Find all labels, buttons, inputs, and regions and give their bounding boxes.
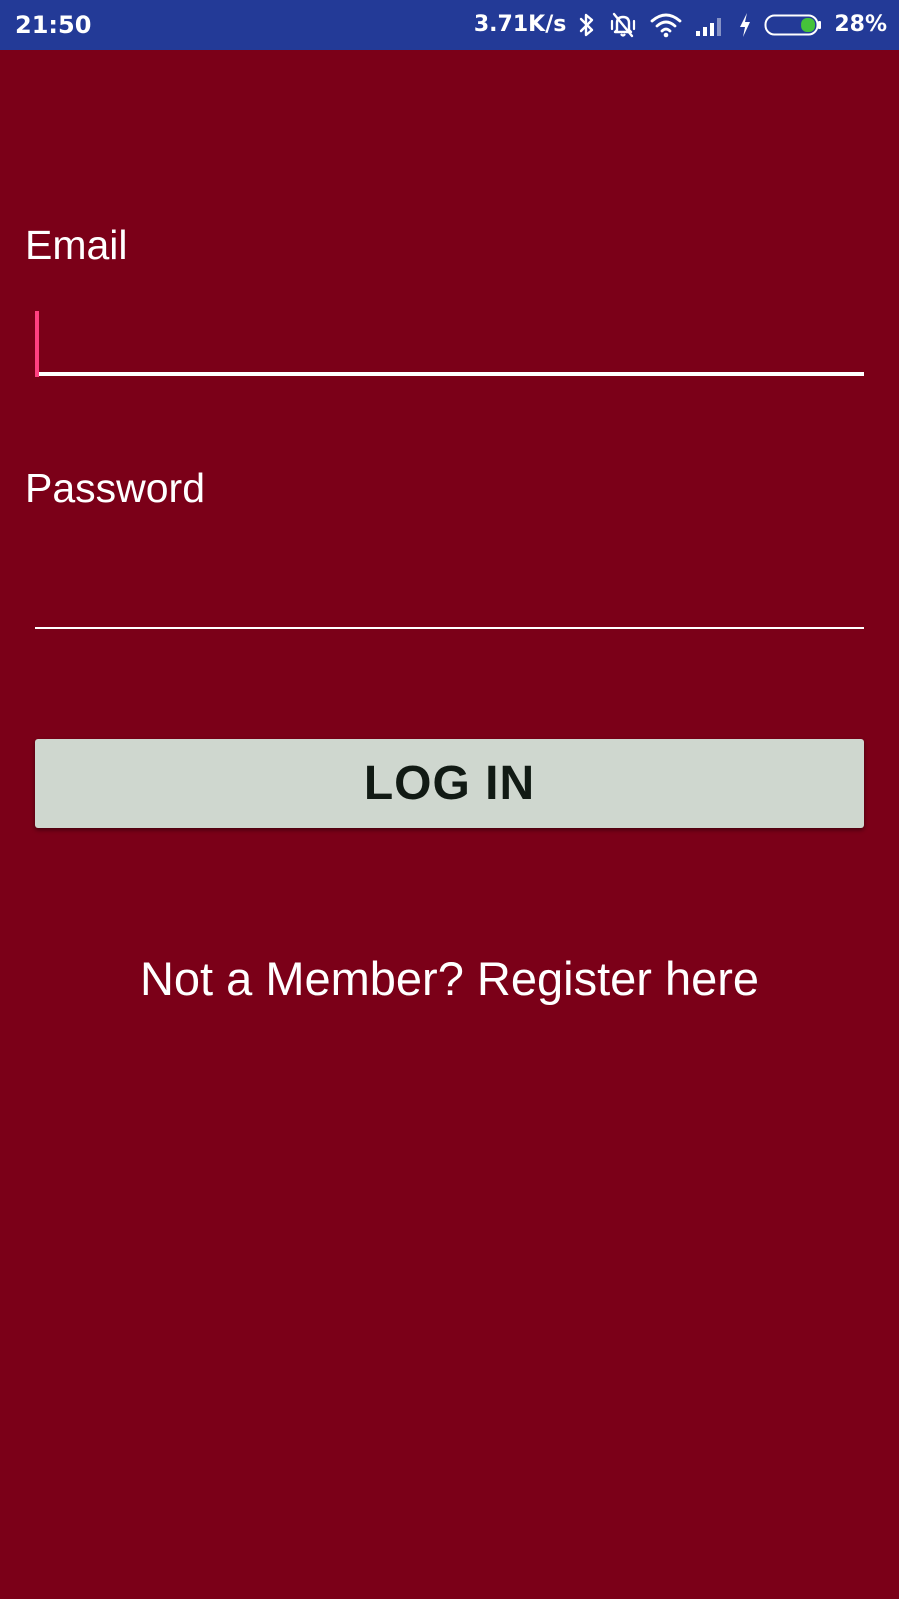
status-time: 21:50 (15, 11, 92, 39)
login-button[interactable]: LOG IN (35, 739, 864, 828)
register-link[interactable]: Not a Member? Register here (0, 949, 899, 1009)
battery-icon (764, 10, 822, 40)
email-label: Email (25, 222, 128, 268)
vibrate-icon (608, 10, 638, 40)
status-icons: 3.71K/s 28% (474, 10, 887, 40)
email-field[interactable] (35, 308, 864, 377)
charging-icon (738, 10, 752, 40)
bluetooth-icon (578, 10, 596, 40)
wifi-icon (650, 10, 682, 40)
battery-percentage: 28% (834, 12, 887, 37)
network-speed: 3.71K/s (473, 12, 567, 37)
status-bar: 21:50 3.71K/s 28% (0, 0, 899, 50)
text-cursor (35, 311, 39, 377)
password-field[interactable] (35, 562, 864, 629)
signal-icon (694, 10, 726, 40)
password-label: Password (25, 465, 206, 511)
